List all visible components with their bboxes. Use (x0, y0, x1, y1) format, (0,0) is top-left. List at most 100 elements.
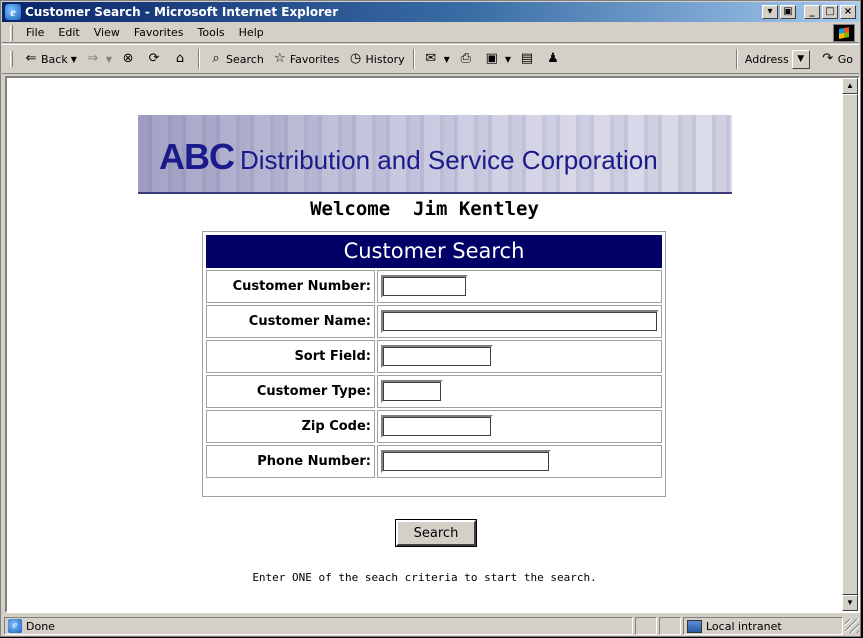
zone-text: Local intranet (706, 619, 782, 633)
search-icon: ⌕ (212, 51, 220, 66)
customer-name-input[interactable] (381, 310, 659, 333)
search-hint: Enter ONE of the seach criteria to start… (252, 571, 597, 584)
vertical-scrollbar[interactable]: ▲ ▼ (842, 78, 858, 611)
chevron-down-icon[interactable]: ▼ (106, 55, 112, 64)
stop-button[interactable]: ⊗ (116, 51, 142, 67)
local-intranet-icon (687, 619, 702, 633)
brand-abc: ABC (159, 136, 235, 177)
refresh-icon: ⟳ (148, 51, 160, 66)
mail-icon: ✉ (425, 51, 437, 66)
welcome-text: Welcome Jim Kentley (310, 198, 539, 220)
discuss-button[interactable]: ▤ (515, 51, 541, 67)
mail-button[interactable]: ✉ ▼ (419, 51, 454, 67)
form-title: Customer Search (206, 235, 662, 268)
menu-help[interactable]: Help (232, 26, 271, 39)
zone-pane: Local intranet (683, 617, 843, 635)
customer-number-cell (377, 270, 662, 303)
search-button-toolbar[interactable]: ⌕ Search (204, 51, 268, 67)
chevron-down-icon[interactable]: ▼ (71, 55, 77, 64)
home-button[interactable]: ⌂ (168, 51, 194, 67)
minimize-button[interactable]: _ (804, 5, 820, 19)
window-title: Customer Search - Microsoft Internet Exp… (25, 5, 339, 19)
history-label: History (365, 52, 405, 66)
address-label: Address (744, 52, 789, 66)
tile-icon[interactable]: ▣ (780, 5, 796, 19)
sort-field-input[interactable] (381, 345, 493, 368)
refresh-button[interactable]: ⟳ (142, 51, 168, 67)
browser-window: e Customer Search - Microsoft Internet E… (0, 0, 861, 637)
back-label: Back (41, 52, 68, 66)
company-logo: ABC Distribution and Service Corporation (159, 136, 658, 178)
toolbar-grip[interactable] (10, 24, 13, 41)
zip-code-input[interactable] (381, 415, 493, 438)
window-controls: ▾ ▣ _ □ × (762, 5, 856, 19)
go-arrow-icon: ↷ (822, 51, 834, 66)
menu-edit[interactable]: Edit (51, 26, 86, 39)
maximize-button[interactable]: □ (822, 5, 838, 19)
ie-logo-icon: e (5, 4, 21, 20)
customer-type-cell (377, 375, 662, 408)
status-bar: e Done Local intranet (2, 615, 859, 637)
phone-number-input[interactable] (381, 450, 551, 473)
favorites-label: Favorites (289, 52, 340, 66)
status-pane: e Done (4, 617, 633, 635)
sort-field-label: Sort Field: (206, 340, 375, 373)
menu-tools[interactable]: Tools (191, 26, 232, 39)
forward-arrow-icon: ⇒ (87, 51, 99, 66)
phone-number-label: Phone Number: (206, 445, 375, 478)
phone-number-cell (377, 445, 662, 478)
forward-button[interactable]: ⇒ ▼ (81, 51, 116, 67)
customer-name-label: Customer Name: (206, 305, 375, 338)
print-button[interactable]: ⎙ (454, 51, 480, 67)
status-pane-progress (635, 617, 657, 635)
customer-number-label: Customer Number: (206, 270, 375, 303)
scroll-thumb[interactable] (842, 94, 858, 595)
back-button[interactable]: ⇐ Back ▼ (19, 51, 81, 67)
home-icon: ⌂ (175, 51, 185, 66)
address-dropdown[interactable]: ▼ (791, 49, 810, 69)
sort-field-cell (377, 340, 662, 373)
edit-icon: ▣ (485, 51, 498, 66)
zip-code-label: Zip Code: (206, 410, 375, 443)
scroll-down-icon[interactable]: ▼ (842, 595, 858, 611)
search-label: Search (226, 52, 264, 66)
brand-name: Distribution and Service Corporation (240, 145, 658, 175)
print-icon: ⎙ (460, 51, 472, 66)
resize-grip[interactable] (845, 619, 859, 633)
stop-icon: ⊗ (122, 51, 134, 66)
customer-type-input[interactable] (381, 380, 443, 403)
discuss-icon: ▤ (520, 51, 534, 66)
customer-search-form: Customer Search Customer Number: Custome… (202, 231, 666, 497)
menu-bar: File Edit View Favorites Tools Help (2, 23, 859, 43)
standard-toolbar: ⇐ Back ▼ ⇒ ▼ ⊗ ⟳ ⌂ ⌕ Search ☆ Favorites … (2, 44, 859, 74)
go-label: Go (837, 52, 853, 66)
customer-number-input[interactable] (381, 275, 468, 298)
content-frame: ABC Distribution and Service Corporation … (5, 76, 860, 613)
windows-logo-icon (833, 24, 855, 42)
taskbar-dropdown-icon[interactable]: ▾ (762, 5, 778, 19)
title-bar: e Customer Search - Microsoft Internet E… (2, 2, 859, 22)
scroll-up-icon[interactable]: ▲ (842, 78, 858, 94)
close-button[interactable]: × (840, 5, 856, 19)
customer-type-label: Customer Type: (206, 375, 375, 408)
toolbar-grip[interactable] (10, 51, 13, 67)
customer-name-cell (377, 305, 662, 338)
menu-file[interactable]: File (19, 26, 51, 39)
menu-favorites[interactable]: Favorites (127, 26, 191, 39)
chevron-down-icon[interactable]: ▼ (505, 55, 511, 64)
status-text: Done (26, 619, 55, 633)
history-button[interactable]: ◷ History (344, 51, 409, 67)
chevron-down-icon[interactable]: ▼ (444, 55, 450, 64)
messenger-button[interactable]: ♟ (541, 51, 567, 67)
search-button[interactable]: Search (395, 519, 477, 547)
page-done-icon: e (8, 619, 22, 633)
history-icon: ◷ (349, 51, 362, 66)
edit-button[interactable]: ▣ ▼ (480, 51, 515, 67)
status-pane-security (659, 617, 681, 635)
go-button[interactable]: ↷ Go (816, 51, 859, 67)
favorites-button[interactable]: ☆ Favorites (268, 51, 344, 67)
zip-code-cell (377, 410, 662, 443)
banner-underline (138, 192, 732, 194)
messenger-icon: ♟ (547, 51, 559, 66)
menu-view[interactable]: View (87, 26, 127, 39)
